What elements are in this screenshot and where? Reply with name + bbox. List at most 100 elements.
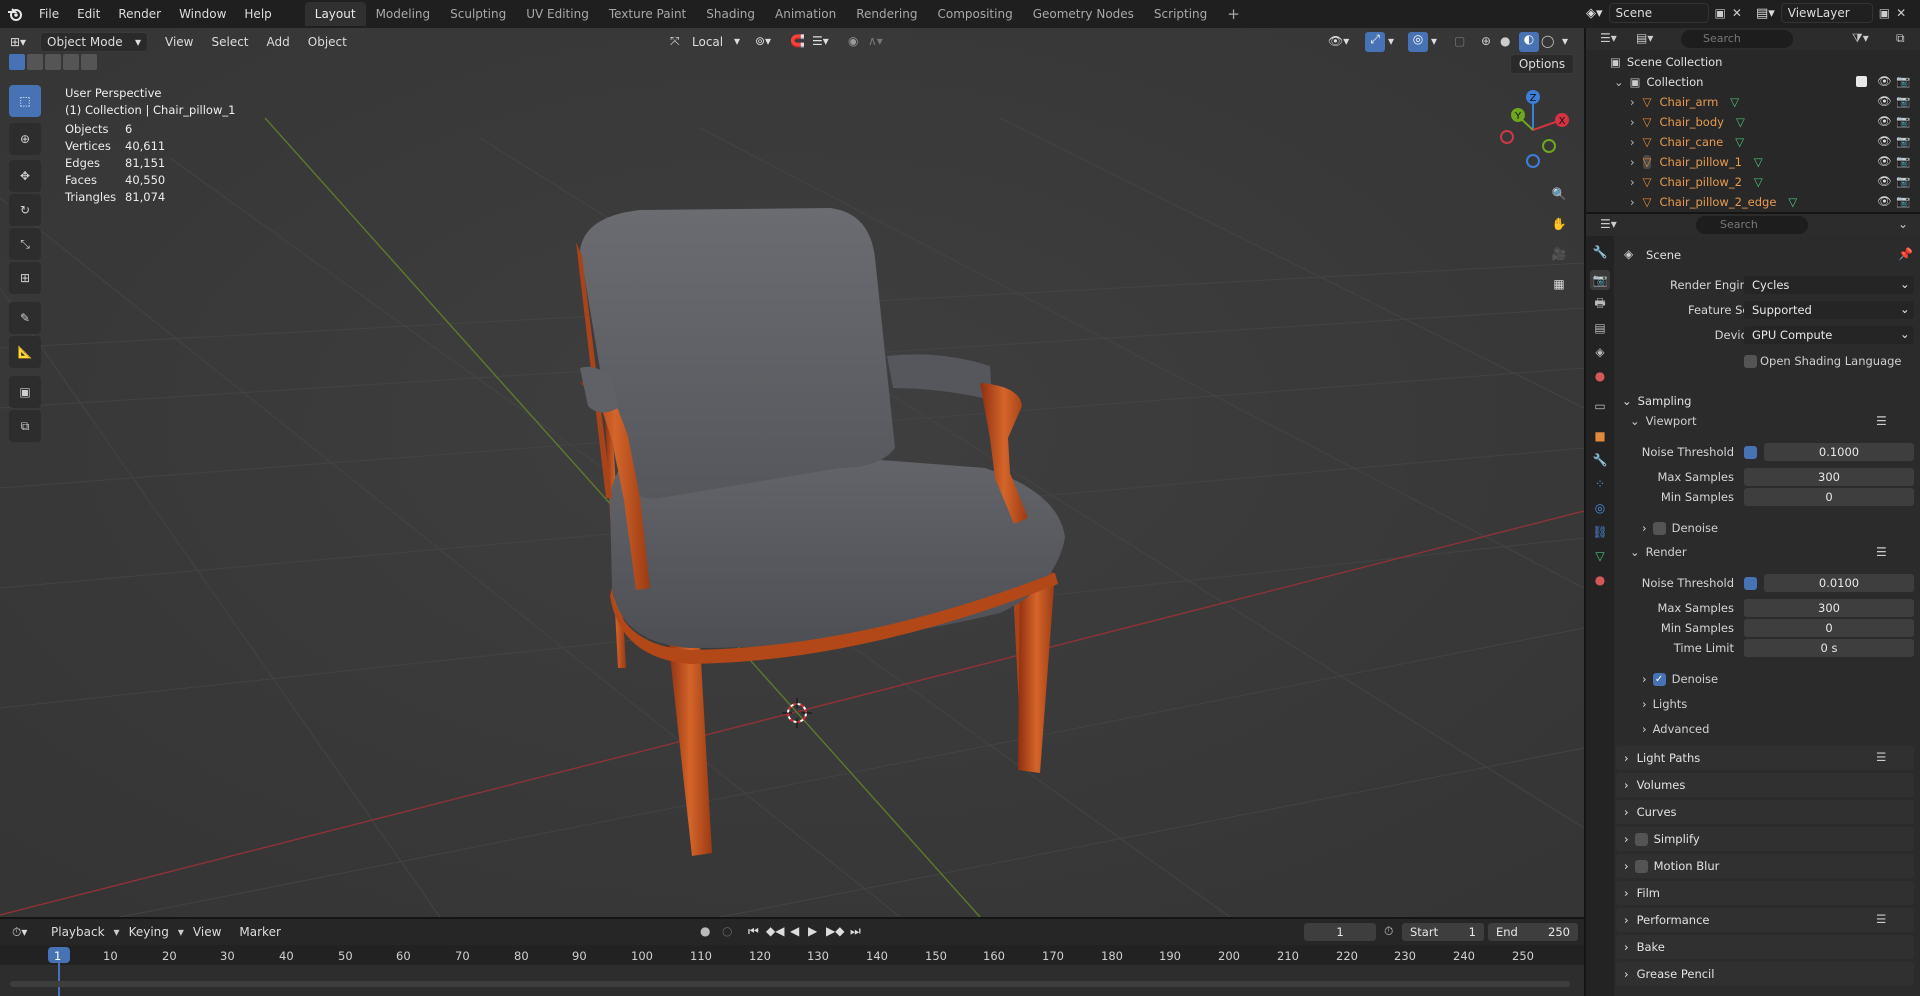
sampling-panel-header[interactable]: ⌄ Sampling (1616, 389, 1914, 413)
lights-subpanel-header[interactable]: › Lights (1642, 697, 1687, 711)
timeline-scrollbar[interactable] (10, 981, 1570, 987)
eye-icon[interactable]: 👁 (1877, 174, 1892, 188)
end-frame-field[interactable]: End 250 (1488, 923, 1578, 941)
tab-texture-paint[interactable]: Texture Paint (599, 2, 696, 26)
area-divider[interactable] (0, 917, 1584, 919)
vp-noise-threshold-checkbox[interactable] (1744, 446, 1757, 459)
osl-checkbox[interactable] (1744, 355, 1757, 368)
tab-animation[interactable]: Animation (765, 2, 846, 26)
tool-add-cube[interactable]: ▣ (9, 376, 41, 408)
world-tab-icon[interactable]: ● (1590, 366, 1610, 386)
camera-icon[interactable]: 📷 (1896, 174, 1910, 188)
tab-shading[interactable]: Shading (696, 2, 765, 26)
tab-sculpting[interactable]: Sculpting (440, 2, 516, 26)
delete-view-layer-icon[interactable]: ✕ (1896, 6, 1906, 20)
tool-measure[interactable]: 📐 (9, 336, 41, 368)
outliner-row-chair-pillow-2[interactable]: › ▽ Chair_pillow_2 ▽ 👁 📷 (1586, 172, 1920, 192)
r-noise-threshold-checkbox[interactable] (1744, 577, 1757, 590)
filter-icon[interactable]: ⧩▾ (1852, 31, 1869, 46)
list-icon[interactable]: ☰ (1876, 750, 1886, 764)
view-layer-selector[interactable]: ViewLayer (1780, 3, 1873, 23)
chevron-down-icon[interactable]: ▾ (1562, 34, 1568, 48)
physics-tab-icon[interactable]: ◎ (1590, 498, 1610, 518)
collection-checkbox[interactable] (1856, 76, 1867, 87)
tab-rendering[interactable]: Rendering (846, 2, 927, 26)
wireframe-shading-icon[interactable]: ⊕ (1481, 34, 1491, 48)
jump-end-icon[interactable]: ⏭ (850, 924, 861, 939)
menu-playback[interactable]: Playback (42, 925, 114, 939)
tool-annotate[interactable]: ✎ (9, 302, 41, 334)
menu-window[interactable]: Window (170, 0, 235, 28)
snap-settings-icon[interactable]: ☰▾ (812, 34, 829, 48)
add-workspace-button[interactable]: + (1217, 2, 1250, 26)
grease-pencil-panel[interactable]: › Grease Pencil (1616, 962, 1914, 986)
view-layer-icon[interactable]: ▤▾ (1756, 6, 1775, 21)
outliner-row-chair-cane[interactable]: › ▽ Chair_cane ▽ 👁 📷 (1586, 132, 1920, 152)
scene-tab-icon[interactable]: ◈ (1590, 342, 1610, 362)
chevron-down-icon[interactable]: ⌄ (1898, 217, 1908, 231)
display-mode-icon[interactable]: ▤▾ (1636, 31, 1653, 45)
vp-noise-threshold-field[interactable]: 0.1000 (1764, 443, 1914, 461)
tool-scale[interactable]: ⤡ (9, 228, 41, 260)
pan-hand-icon[interactable]: ✋ (1546, 211, 1572, 237)
advanced-subpanel-header[interactable]: › Advanced (1642, 722, 1709, 736)
bake-panel[interactable]: › Bake (1616, 935, 1914, 959)
camera-icon[interactable]: 📷 (1896, 114, 1910, 128)
light-paths-panel[interactable]: › Light Paths ☰ (1616, 746, 1914, 770)
motion-blur-panel[interactable]: › Motion Blur (1616, 854, 1914, 878)
tool-add-object[interactable]: ⧉ (9, 410, 41, 442)
tab-layout[interactable]: Layout (304, 2, 366, 26)
outliner-search-input[interactable]: Search (1681, 30, 1793, 48)
overlay-toggle-icon[interactable]: ◎ (1408, 32, 1428, 52)
perspective-grid-icon[interactable]: ▦ (1546, 271, 1572, 297)
tab-scripting[interactable]: Scripting (1144, 2, 1217, 26)
material-tab-icon[interactable]: ● (1590, 570, 1610, 590)
tab-modeling[interactable]: Modeling (366, 2, 441, 26)
eye-icon[interactable]: 👁 (1877, 134, 1892, 148)
camera-view-icon[interactable]: 🎥 (1546, 241, 1572, 267)
next-keyframe-icon[interactable]: ▶◆ (826, 924, 844, 938)
r-denoise-checkbox[interactable]: ✓ (1652, 672, 1666, 686)
object-tab-icon[interactable]: ■ (1590, 426, 1610, 446)
output-tab-icon[interactable]: 🖶 (1590, 294, 1610, 314)
pivot-point-icon[interactable]: ⊚▾ (755, 34, 771, 48)
menu-help[interactable]: Help (235, 0, 280, 28)
play-icon[interactable]: ▶ (808, 924, 817, 938)
menu-select[interactable]: Select (202, 35, 257, 49)
simplify-checkbox[interactable] (1634, 832, 1648, 846)
zoom-icon[interactable]: 🔍 (1546, 181, 1572, 207)
viewport-subpanel-header[interactable]: ⌄ Viewport (1630, 414, 1697, 428)
camera-icon[interactable]: 📷 (1896, 74, 1910, 88)
menu-add[interactable]: Add (258, 35, 299, 49)
simplify-panel[interactable]: › Simplify (1616, 827, 1914, 851)
xray-icon[interactable]: ▢ (1454, 34, 1465, 48)
jump-start-icon[interactable]: ⏮ (748, 924, 759, 939)
select-intersect-icon[interactable] (81, 54, 97, 70)
tool-move[interactable]: ✥ (9, 160, 41, 192)
render-tab-icon[interactable]: 📷 (1590, 270, 1610, 290)
eye-icon[interactable]: 👁 (1877, 94, 1892, 108)
camera-icon[interactable]: 📷 (1896, 194, 1910, 208)
expand-arrow-icon[interactable]: › (1630, 95, 1635, 109)
scene-selector[interactable]: Scene (1608, 3, 1709, 23)
select-extend-icon[interactable] (27, 54, 43, 70)
scene-icon[interactable]: ◈▾ (1586, 6, 1603, 21)
feature-set-dropdown[interactable]: Supported ⌄ (1744, 301, 1914, 319)
expand-arrow-icon[interactable]: › (1630, 115, 1635, 129)
play-reverse-icon[interactable]: ◀ (790, 924, 799, 938)
start-frame-field[interactable]: Start 1 (1402, 923, 1484, 941)
tool-cursor[interactable]: ⊕ (9, 123, 41, 155)
film-panel[interactable]: › Film (1616, 881, 1914, 905)
vp-max-samples-field[interactable]: 300 (1744, 468, 1914, 486)
3d-viewport[interactable]: ⊞▾ Object Mode ▾ View Select Add Object ⤧… (0, 28, 1584, 917)
solid-shading-icon[interactable]: ● (1500, 34, 1510, 48)
list-icon[interactable]: ☰ (1876, 545, 1887, 559)
chevron-down-icon[interactable]: ▾ (1431, 34, 1437, 48)
blender-logo-icon[interactable] (0, 7, 30, 21)
expand-arrow-icon[interactable]: › (1630, 155, 1635, 169)
menu-file[interactable]: File (30, 0, 68, 28)
options-button[interactable]: Options (1510, 54, 1574, 74)
properties-search-input[interactable]: Search (1696, 216, 1808, 234)
curves-panel[interactable]: › Curves (1616, 800, 1914, 824)
menu-view[interactable]: View (184, 925, 230, 939)
